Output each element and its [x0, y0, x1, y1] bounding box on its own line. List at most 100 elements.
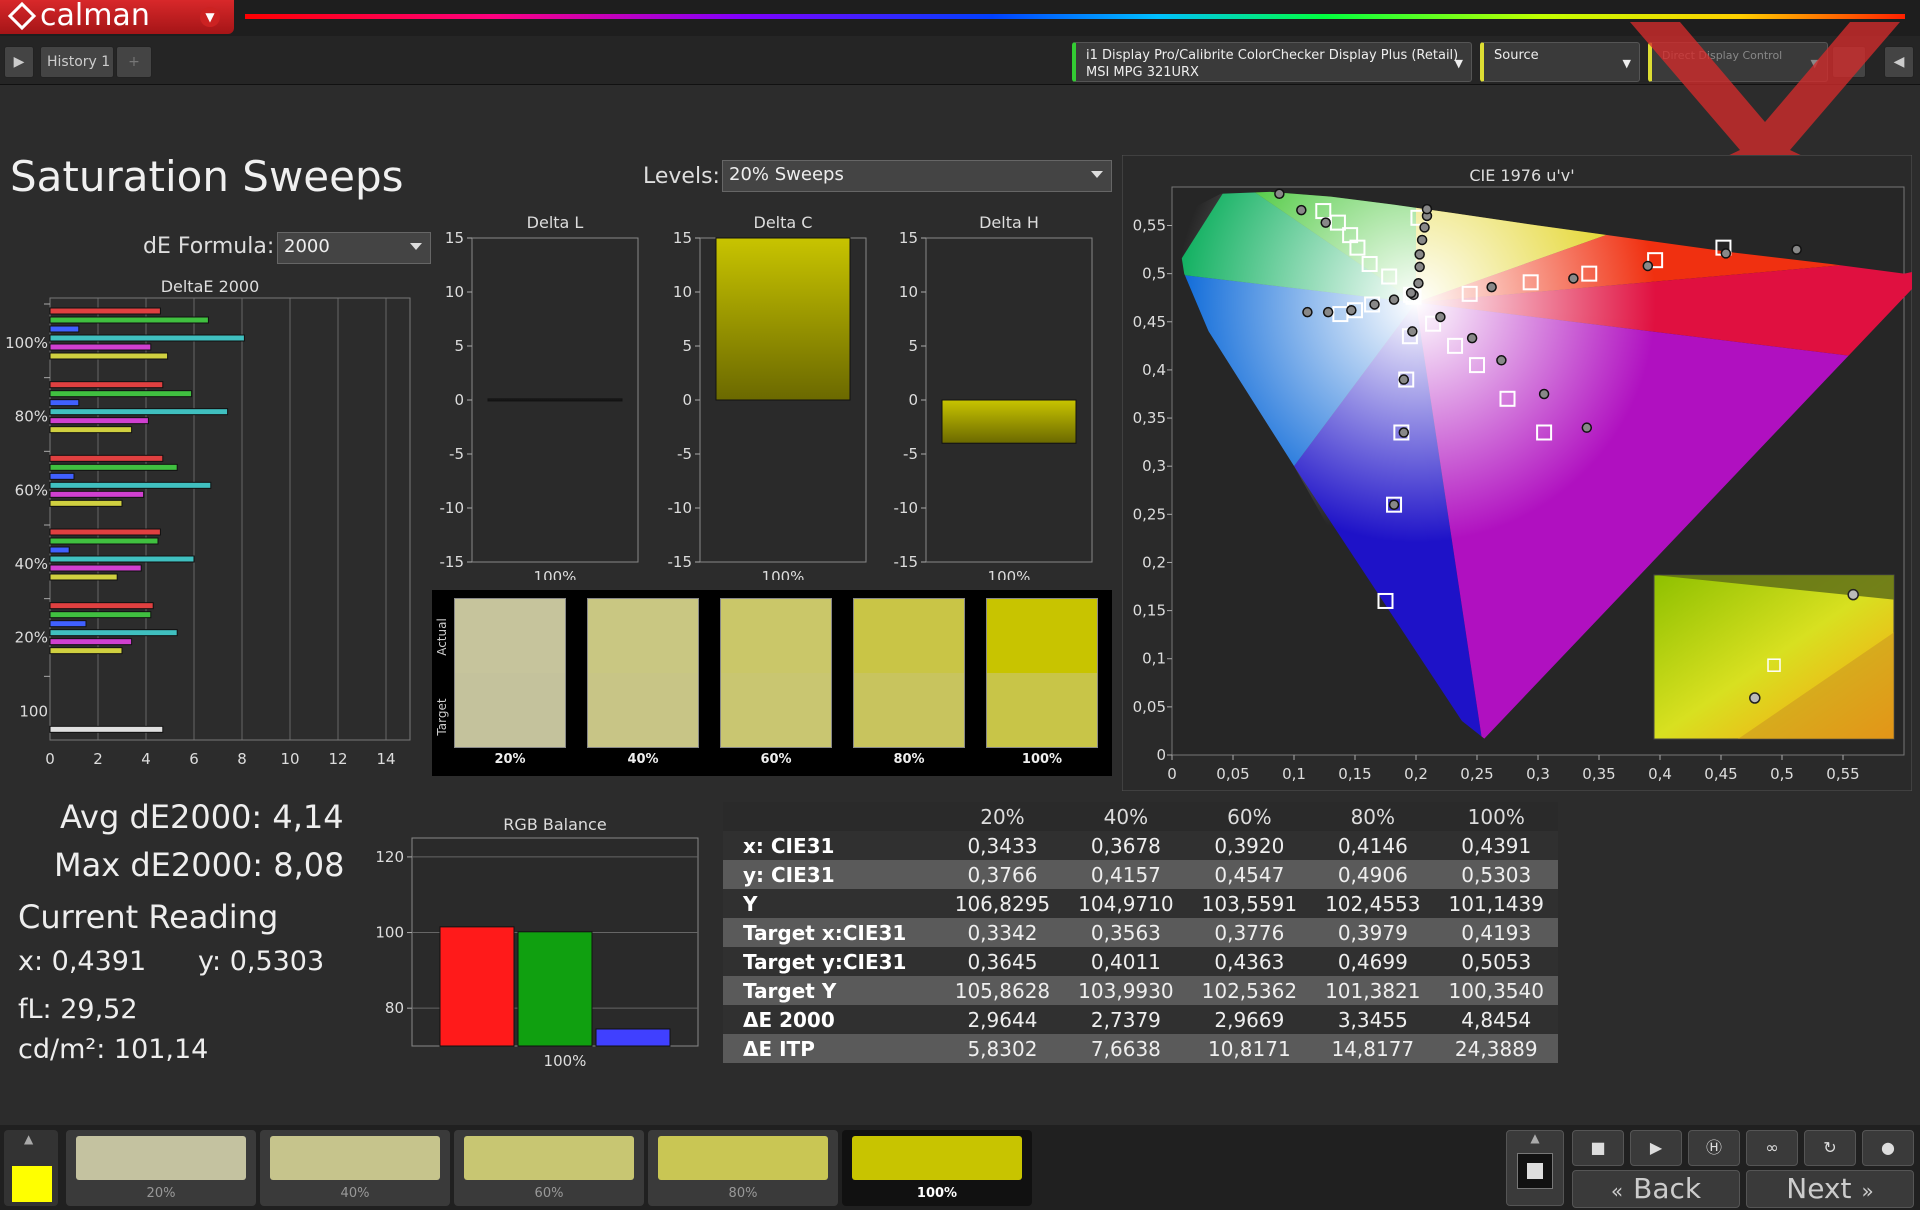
table-cell: 0,3342 — [940, 918, 1065, 947]
table-cell: 5,8302 — [940, 1034, 1065, 1063]
measured-point — [1496, 355, 1507, 366]
y-tick-label: 0,3 — [1142, 457, 1166, 475]
column-header — [723, 802, 941, 831]
play-icon[interactable]: ▶ — [4, 46, 34, 78]
deltae-bar — [49, 725, 164, 733]
loop-button[interactable]: ∞ — [1746, 1130, 1798, 1166]
measured-point — [1398, 374, 1410, 385]
table-cell: 101,3821 — [1311, 976, 1435, 1005]
source-selector[interactable]: Source ▼ — [1480, 42, 1640, 82]
bottom-swatch — [76, 1136, 246, 1180]
deltae-chart: DeltaE 2000 0 2 4 6 8 10 12 14 100% 80% 60% 40% 20% 10… — [5, 277, 411, 768]
actual-swatch — [854, 599, 964, 673]
bottom-swatch-label: 80% — [728, 1186, 758, 1201]
y-tick-label: 0,15 — [1133, 602, 1166, 620]
bottom-swatch-button[interactable]: 100% — [842, 1130, 1032, 1206]
deltae-bar — [49, 381, 164, 389]
measured-point — [1407, 326, 1418, 337]
column-header: 80% — [1311, 802, 1435, 831]
bottom-swatch — [658, 1136, 828, 1180]
stop-button[interactable]: ■ — [1572, 1130, 1624, 1166]
measured-point — [1320, 217, 1331, 228]
meter-selector[interactable]: i1 Display Pro/Calibrite ColorChecker Di… — [1072, 42, 1472, 82]
double-chevron-right-icon: » — [1861, 1179, 1874, 1203]
bottom-swatch-button[interactable]: 80% — [648, 1130, 838, 1206]
calman-logo[interactable]: calman ▼ — [0, 0, 234, 34]
levels-select[interactable]: 20% Sweeps — [722, 160, 1112, 192]
bottom-swatch-label: 20% — [146, 1186, 176, 1201]
table-cell: 106,8295 — [940, 889, 1065, 918]
target-swatch — [455, 673, 565, 747]
actual-label: Actual — [435, 618, 449, 656]
deltae-bar — [49, 629, 178, 637]
x-tick-label: 0,3 — [1526, 765, 1550, 783]
y-tick-label: -10 — [668, 499, 693, 517]
measured-point — [1369, 299, 1380, 310]
bottom-swatch-button[interactable]: 40% — [260, 1130, 450, 1206]
table-cell: 103,5591 — [1187, 889, 1312, 918]
y-tick-label: 0 — [454, 391, 464, 409]
table-cell: 0,5303 — [1434, 860, 1558, 889]
table-row: Y 106,8295 104,9710 103,5591 102,4553 101,143… — [723, 889, 1558, 918]
table-cell: 0,3433 — [940, 831, 1065, 860]
row-header: Y — [723, 889, 941, 918]
table-cell: 105,8628 — [940, 976, 1065, 1005]
expand-panel[interactable]: ▲ — [1506, 1130, 1564, 1206]
x-tick-label: 0,1 — [1282, 765, 1306, 783]
chevron-down-icon — [410, 243, 422, 250]
table-cell: 104,9710 — [1064, 889, 1188, 918]
tab-label: History 1 — [47, 54, 111, 70]
de-formula-select[interactable]: 2000 — [277, 232, 431, 264]
x-tick-label: 0,05 — [1216, 765, 1249, 783]
refresh-button[interactable]: ↻ — [1804, 1130, 1856, 1166]
table-cell: 7,6638 — [1064, 1034, 1188, 1063]
tab-history-1[interactable]: History 1 — [40, 46, 114, 78]
chart-title: CIE 1976 u'v' — [1469, 166, 1574, 185]
next-button[interactable]: Next » — [1746, 1170, 1914, 1208]
current-reading-title: Current Reading — [18, 898, 279, 936]
table-cell: 0,4906 — [1311, 860, 1435, 889]
deltae-bar — [49, 325, 80, 333]
table-header-row: 20% 40% 60% 80% 100% — [723, 802, 1558, 831]
chart-title: Delta H — [979, 213, 1039, 232]
source-label: Source — [1494, 48, 1539, 63]
bottom-swatch-label: 60% — [534, 1186, 564, 1201]
table-cell: 0,3776 — [1187, 918, 1312, 947]
measured-point — [1414, 249, 1425, 260]
add-tab-button[interactable]: + — [116, 46, 152, 78]
deltae-bar — [49, 399, 80, 407]
play-button[interactable]: ▶ — [1630, 1130, 1682, 1166]
chevron-down-icon[interactable]: ▼ — [200, 7, 220, 27]
measured-point — [1274, 188, 1285, 199]
table-cell: 100,3540 — [1434, 976, 1558, 1005]
target-label: Target — [435, 698, 449, 736]
bottom-swatch — [464, 1136, 634, 1180]
measurement-table: 20% 40% 60% 80% 100% x: CIE31 0,3433 0,3678 0,3… — [723, 802, 1558, 1063]
chevron-up-icon[interactable]: ▲ — [24, 1132, 33, 1146]
levels-value: 20% Sweeps — [729, 164, 844, 185]
deltae-bar — [49, 481, 212, 489]
chart-title: RGB Balance — [503, 815, 606, 834]
chevron-down-icon[interactable]: ▼ — [1455, 55, 1463, 72]
x-tick-label: 6 — [189, 750, 199, 768]
table-cell: 102,5362 — [1187, 976, 1312, 1005]
measured-point — [1435, 311, 1446, 323]
record-button[interactable]: ● — [1862, 1130, 1914, 1166]
bottom-swatch-button[interactable]: 20% — [66, 1130, 256, 1206]
hold-button[interactable]: Ⓗ — [1688, 1130, 1740, 1166]
measured-point — [1414, 261, 1425, 273]
y-tick-label: 0,05 — [1133, 698, 1166, 716]
bottom-swatch-button[interactable]: 60% — [454, 1130, 644, 1206]
meter-name: i1 Display Pro/Calibrite ColorChecker Di… — [1086, 48, 1459, 63]
chart-title: Delta C — [754, 213, 813, 232]
x-tick-label: 0 — [1167, 765, 1177, 783]
swatch-label: 80% — [893, 752, 925, 767]
table-cell: 0,4391 — [1434, 831, 1558, 860]
table-cell: 14,8177 — [1311, 1034, 1435, 1063]
back-button[interactable]: « Back — [1572, 1170, 1740, 1208]
delta-bar — [487, 398, 623, 402]
rgb-bar — [517, 931, 593, 1047]
calman-logo-icon — [7, 1, 37, 31]
bottom-swatch-label: 40% — [340, 1186, 370, 1201]
measured-point — [1581, 422, 1593, 433]
